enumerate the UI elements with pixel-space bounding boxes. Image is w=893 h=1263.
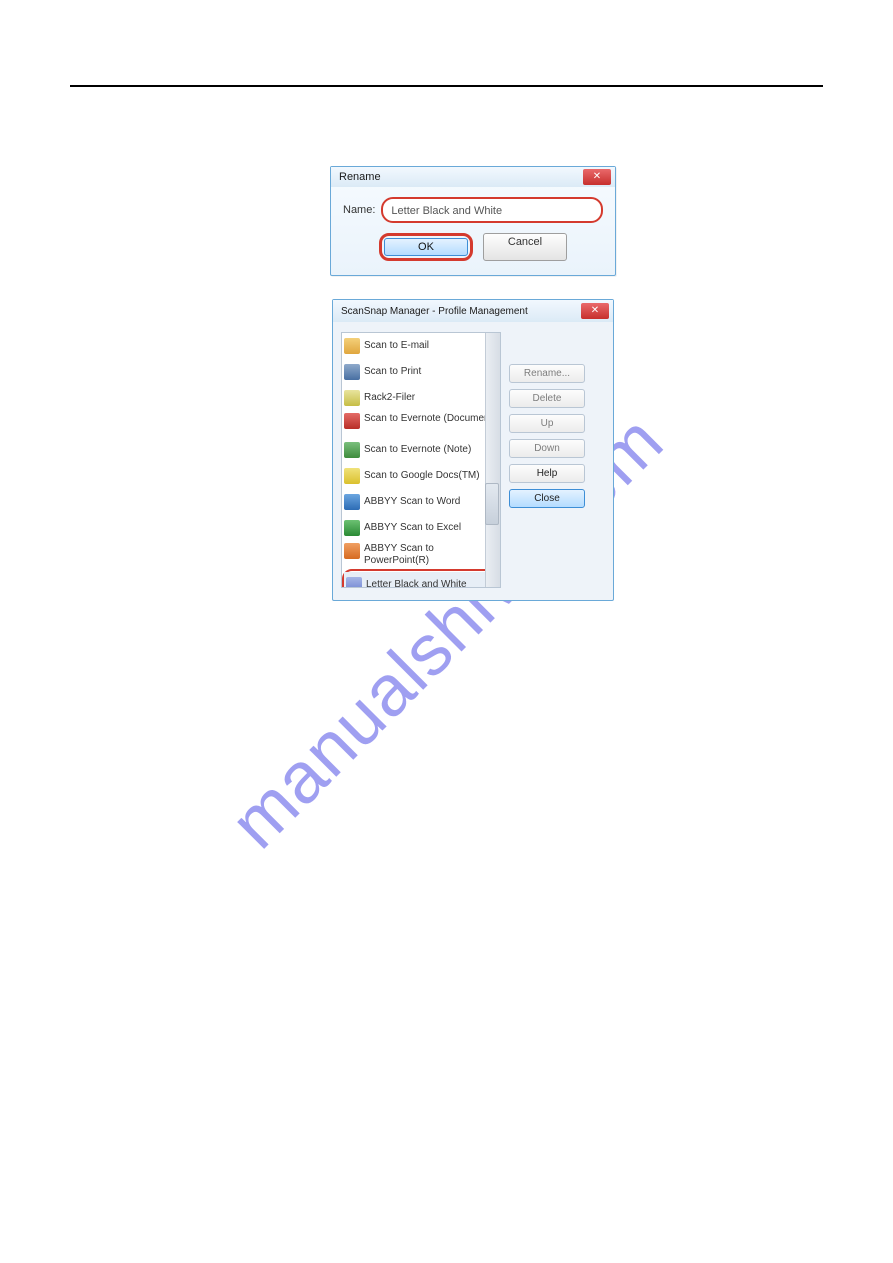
down-button[interactable]: Down <box>509 439 585 458</box>
page-top-rule <box>70 85 823 87</box>
name-input[interactable] <box>389 204 599 218</box>
scrollbar-thumb[interactable] <box>485 483 499 525</box>
rename-title-text: Rename <box>339 171 381 183</box>
close-button[interactable]: Close <box>509 489 585 508</box>
ok-button[interactable]: OK <box>384 238 468 256</box>
word-icon <box>344 494 360 510</box>
list-item-label: Scan to Evernote (Note) <box>364 444 471 456</box>
list-item[interactable]: Scan to Evernote (Note) <box>342 437 500 463</box>
delete-button[interactable]: Delete <box>509 389 585 408</box>
scrollbar-track[interactable] <box>485 333 500 587</box>
cancel-button[interactable]: Cancel <box>483 233 567 261</box>
list-item[interactable]: ABBYY Scan to Excel <box>342 515 500 541</box>
profile-listbox[interactable]: Scan to E-mail Scan to Print Rack2-Filer… <box>341 332 501 588</box>
rename-titlebar: Rename ✕ <box>331 167 615 187</box>
printer-icon <box>344 364 360 380</box>
list-item-label: Scan to Google Docs(TM) <box>364 470 480 482</box>
up-button[interactable]: Up <box>509 414 585 433</box>
list-item-label: Scan to Print <box>364 366 421 378</box>
pm-titlebar: ScanSnap Manager - Profile Management ✕ <box>333 300 613 322</box>
scansnap-icon <box>346 577 362 588</box>
list-item[interactable]: Scan to Evernote (Document) <box>342 411 500 437</box>
list-item[interactable]: Scan to E-mail <box>342 333 500 359</box>
close-icon[interactable]: ✕ <box>581 303 609 319</box>
list-item[interactable]: Scan to Print <box>342 359 500 385</box>
name-label: Name: <box>343 204 375 216</box>
rename-dialog: Rename ✕ Name: OK Cancel <box>330 166 616 276</box>
powerpoint-icon <box>344 543 360 559</box>
profile-management-dialog: ScanSnap Manager - Profile Management ✕ … <box>332 299 614 601</box>
list-item-label: Scan to Evernote (Document) <box>364 413 496 425</box>
rename-button[interactable]: Rename... <box>509 364 585 383</box>
selected-item-highlight: Letter Black and White <box>342 569 500 588</box>
gdocs-icon <box>344 468 360 484</box>
folder-icon <box>344 390 360 406</box>
list-item[interactable]: ABBYY Scan to Word <box>342 489 500 515</box>
list-item-label: ABBYY Scan to PowerPoint(R) <box>364 543 498 567</box>
name-input-highlight <box>381 197 603 223</box>
list-item-label: Scan to E-mail <box>364 340 429 352</box>
ok-button-highlight: OK <box>379 233 473 261</box>
list-item-label: Letter Black and White <box>366 579 467 588</box>
note-icon <box>344 442 360 458</box>
list-item-label: Rack2-Filer <box>364 392 415 404</box>
list-item[interactable]: ABBYY Scan to PowerPoint(R) <box>342 541 500 569</box>
close-icon[interactable]: ✕ <box>583 169 611 185</box>
help-button[interactable]: Help <box>509 464 585 483</box>
pdf-icon <box>344 413 360 429</box>
list-item[interactable]: Scan to Google Docs(TM) <box>342 463 500 489</box>
excel-icon <box>344 520 360 536</box>
list-item-label: ABBYY Scan to Word <box>364 496 460 508</box>
list-item[interactable]: Letter Black and White <box>344 572 498 588</box>
email-icon <box>344 338 360 354</box>
pm-title-text: ScanSnap Manager - Profile Management <box>341 306 528 317</box>
list-item[interactable]: Rack2-Filer <box>342 385 500 411</box>
list-item-label: ABBYY Scan to Excel <box>364 522 461 534</box>
